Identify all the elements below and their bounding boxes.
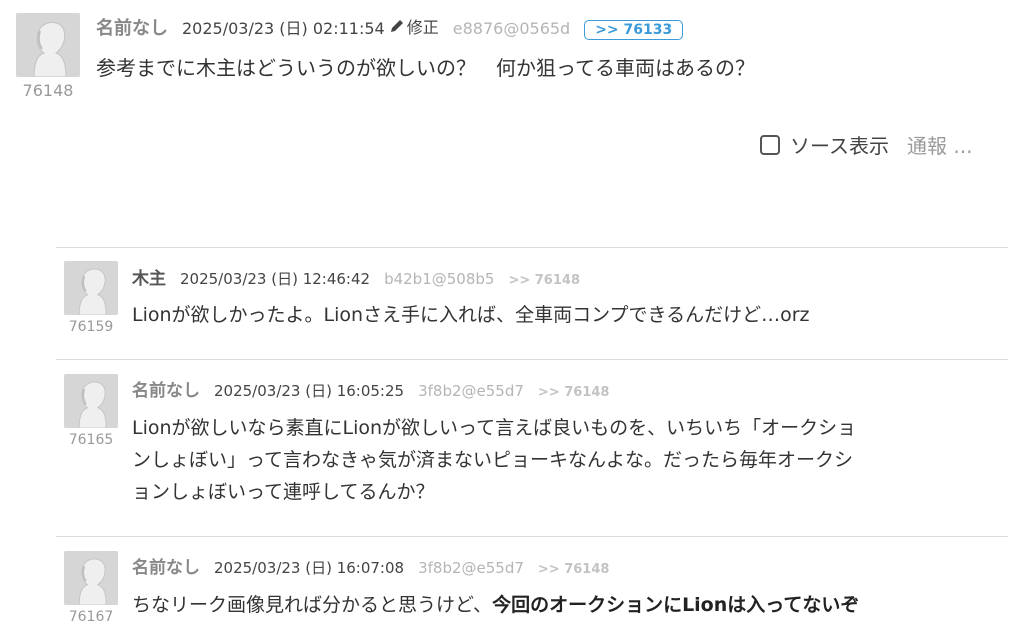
post-body-line: Lionが欲しいなら素直にLionが欲しいって言えば良いものを、いちいち「オーク… [132, 417, 857, 439]
reply-anchor-link[interactable]: >> 76148 [508, 273, 580, 288]
source-checkbox[interactable] [760, 134, 780, 155]
post-number: 76148 [22, 81, 74, 100]
avatar[interactable] [64, 261, 118, 315]
post-body: ちなリーク画像見れば分かると思うけど、今回のオークションにLionは入ってないぞ [132, 590, 859, 617]
reply-anchor-link[interactable]: >> 76148 [538, 385, 610, 400]
post-body-text: ちなリーク画像見れば分かると思うけど、 [132, 594, 493, 616]
avatar[interactable] [64, 374, 118, 428]
post-date: 2025/03/23 (日) 16:05:25 [214, 382, 405, 400]
poster-id: b42b1@508b5 [384, 270, 495, 288]
post-body-emphasis: 今回のオークションにLionは入ってないぞ [492, 594, 860, 616]
post-number: 76167 [68, 609, 114, 625]
post-body-line: ョンしょぼいって連呼してるんか？ [132, 481, 435, 503]
post-meta: 木主 2025/03/23 (日) 12:46:42 b42b1@508b5 >… [132, 264, 580, 289]
poster-name: 名前なし [132, 381, 200, 401]
post-meta: 名前なし 2025/03/23 (日) 16:05:25 3f8b2@e55d7… [132, 376, 609, 401]
avatar-silhouette-icon [64, 551, 118, 605]
source-label[interactable]: ソース表示 [790, 130, 889, 159]
edit-label: 修正 [406, 18, 439, 37]
avatar-silhouette-icon [64, 374, 118, 428]
pencil-icon [390, 20, 403, 32]
avatar-silhouette-icon [64, 261, 118, 315]
poster-name: 名前なし [132, 558, 200, 578]
post-body: 参考までに木主はどういうのが欲しいの？ 何か狙ってる車両はあるの？ [96, 56, 755, 80]
poster-id: 3f8b2@e55d7 [418, 559, 524, 577]
post-body-line: ンしょぼい」って言わなきゃ気が済まないピョーキなんよな。だったら毎年オークシ [132, 449, 854, 471]
post-date: 2025/03/23 (日) 02:11:54 [182, 19, 385, 38]
poster-id: 3f8b2@e55d7 [418, 382, 524, 400]
reply-anchor-link[interactable]: >> 76133 [584, 20, 684, 40]
post-number: 76165 [68, 432, 114, 448]
reply-anchor-link[interactable]: >> 76148 [538, 562, 610, 577]
avatar[interactable] [64, 551, 118, 605]
divider [56, 247, 1008, 248]
post-tools: ソース表示 通報 ... [760, 130, 972, 159]
post-meta: 名前なし 2025/03/23 (日) 16:07:08 3f8b2@e55d7… [132, 553, 609, 578]
post-meta: 名前なし 2025/03/23 (日) 02:11:54 修正 e8876@05… [96, 14, 684, 40]
post-body: Lionが欲しいなら素直にLionが欲しいって言えば良いものを、いちいち「オーク… [132, 412, 856, 508]
avatar-silhouette-icon [16, 13, 80, 77]
report-link[interactable]: 通報 ... [907, 130, 972, 159]
post-body: Lionが欲しかったよ。Lionさえ手に入れば、全車両コンプできるんだけど…or… [132, 304, 810, 326]
avatar[interactable] [16, 13, 80, 77]
poster-id: e8876@0565d [452, 19, 571, 38]
post-date: 2025/03/23 (日) 12:46:42 [180, 270, 371, 288]
divider [56, 359, 1008, 360]
post-number: 76159 [68, 319, 114, 335]
poster-name: 名前なし [96, 18, 168, 39]
poster-name: 木主 [132, 269, 166, 289]
edit-link[interactable]: 修正 [389, 14, 439, 38]
divider [56, 536, 1008, 537]
post-date: 2025/03/23 (日) 16:07:08 [214, 559, 405, 577]
